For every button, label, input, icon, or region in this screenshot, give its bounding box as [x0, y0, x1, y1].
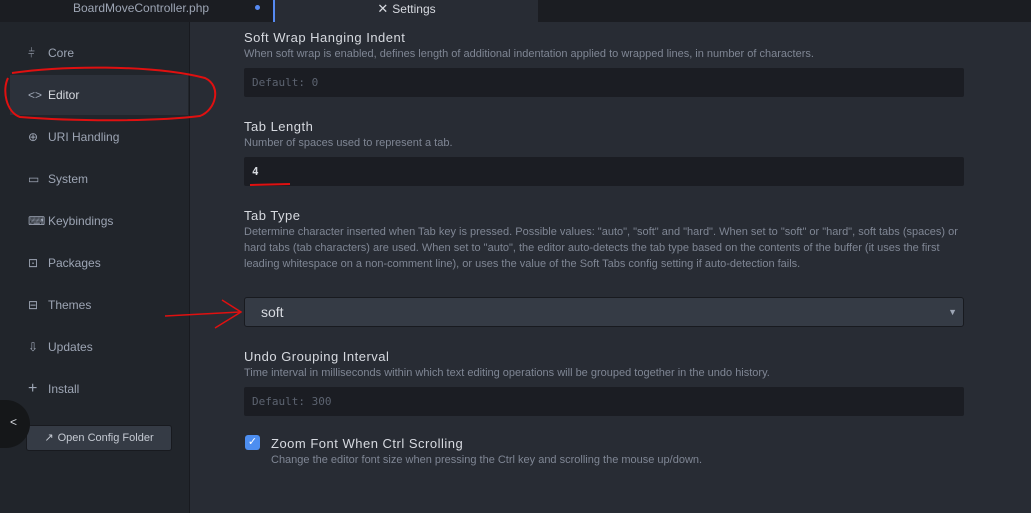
setting-tab-length: Tab Length Number of spaces used to repr…: [244, 119, 964, 151]
sidebar-item-editor[interactable]: <> Editor: [10, 75, 188, 115]
tab-settings-label: Settings: [392, 2, 436, 16]
setting-title: Tab Length: [244, 119, 314, 134]
setting-undo-grouping-interval: Undo Grouping Interval Time interval in …: [244, 349, 964, 381]
keyboard-icon: ⌨: [28, 214, 46, 228]
setting-tab-type: Tab Type Determine character inserted wh…: [244, 208, 964, 272]
soft-wrap-hanging-indent-input[interactable]: Default: 0: [244, 68, 964, 97]
sidebar-item-label: Keybindings: [48, 214, 114, 228]
link-icon: ⊕: [28, 130, 39, 144]
settings-sidebar: ⫩ Core <> Editor ⊕ URI Handling ▭ System ⌨ Ke…: [0, 22, 190, 513]
sidebar-item-core[interactable]: ⫩ Core: [10, 33, 188, 73]
setting-description: Change the editor font size when pressin…: [271, 454, 703, 466]
setting-title: Tab Type: [244, 208, 301, 223]
paintcan-icon: ⊟: [28, 298, 39, 312]
tab-file[interactable]: BoardMoveController.php: [0, 0, 273, 22]
link-external-icon: ↗: [44, 432, 54, 444]
tools-icon: ✕: [377, 1, 389, 16]
zoom-font-checkbox[interactable]: ✓: [245, 435, 260, 450]
sidebar-item-uri-handling[interactable]: ⊕ URI Handling: [10, 117, 188, 157]
tab-bar: BoardMoveController.php ✕ Settings: [0, 0, 1031, 22]
setting-title: Undo Grouping Interval: [244, 349, 390, 364]
chevron-left-icon: <: [10, 415, 18, 429]
open-config-folder-label: Open Config Folder: [57, 432, 154, 444]
settings-panel: Soft Wrap Hanging Indent When soft wrap …: [190, 22, 1031, 513]
sidebar-item-label: Editor: [48, 88, 80, 102]
sidebar-item-label: System: [48, 172, 89, 186]
monitor-icon: ▭: [28, 172, 40, 186]
sliders-icon: ⫩: [28, 46, 35, 60]
setting-soft-wrap-hanging-indent: Soft Wrap Hanging Indent When soft wrap …: [244, 30, 964, 62]
sidebar-item-label: Updates: [48, 340, 93, 354]
code-icon: <>: [28, 88, 43, 102]
sidebar-item-label: Packages: [48, 256, 101, 270]
cloud-download-icon: ⇩: [28, 340, 39, 354]
undo-grouping-interval-input[interactable]: Default: 300: [244, 387, 964, 416]
setting-description: Determine character inserted when Tab ke…: [244, 226, 958, 270]
sidebar-item-themes[interactable]: ⊟ Themes: [10, 285, 188, 325]
sidebar-item-label: Install: [48, 382, 80, 396]
sidebar-item-install[interactable]: + Install: [10, 369, 188, 409]
tab-file-label: BoardMoveController.php: [73, 1, 210, 15]
sidebar-item-label: Core: [48, 46, 75, 60]
open-config-folder-button[interactable]: ↗ Open Config Folder: [26, 425, 172, 451]
tab-settings[interactable]: ✕ Settings: [273, 0, 538, 22]
setting-description: Time interval in milliseconds within whi…: [244, 367, 770, 379]
setting-description: Number of spaces used to represent a tab…: [244, 137, 453, 149]
checkmark-icon: ✓: [247, 436, 258, 448]
setting-title: Soft Wrap Hanging Indent: [244, 30, 406, 45]
setting-title: Zoom Font When Ctrl Scrolling: [271, 436, 464, 451]
sidebar-item-keybindings[interactable]: ⌨ Keybindings: [10, 201, 188, 241]
sidebar-item-label: Themes: [48, 298, 92, 312]
tab-type-select[interactable]: soft ▼: [244, 297, 964, 327]
tab-length-input[interactable]: 4: [244, 157, 964, 186]
sidebar-item-updates[interactable]: ⇩ Updates: [10, 327, 188, 367]
chevron-down-icon: ▼: [948, 307, 957, 317]
setting-description: When soft wrap is enabled, defines lengt…: [244, 48, 814, 60]
tab-type-selected-value: soft: [261, 304, 284, 320]
sidebar-item-label: URI Handling: [48, 130, 120, 144]
modified-dot-icon: [255, 5, 260, 10]
package-icon: ⊡: [28, 256, 39, 270]
sidebar-item-system[interactable]: ▭ System: [10, 159, 188, 199]
plus-icon: +: [28, 380, 38, 397]
sidebar-item-packages[interactable]: ⊡ Packages: [10, 243, 188, 283]
setting-zoom-font-when-ctrl-scrolling: Zoom Font When Ctrl Scrolling Change the…: [271, 436, 971, 468]
